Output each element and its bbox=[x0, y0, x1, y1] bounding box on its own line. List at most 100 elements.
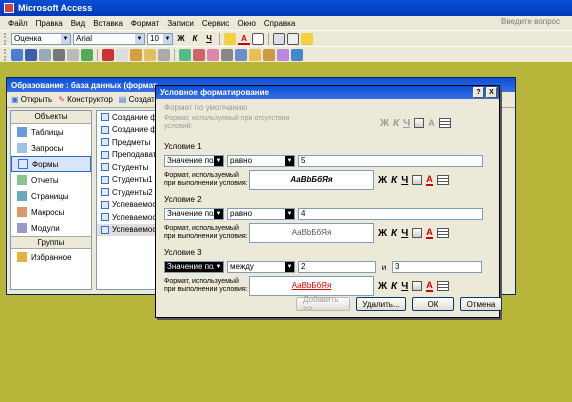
autoformat-icon[interactable] bbox=[207, 48, 219, 61]
groups-header[interactable]: Группы bbox=[11, 236, 91, 249]
fill-color-icon[interactable] bbox=[412, 228, 423, 238]
object-modules[interactable]: Модули bbox=[11, 220, 91, 236]
toolbar-grip[interactable] bbox=[4, 32, 7, 45]
form-icon bbox=[101, 138, 109, 147]
new-object-icon[interactable] bbox=[277, 48, 289, 61]
condition-1-field-select[interactable]: Значение поля ▼ bbox=[164, 155, 224, 167]
undo-icon[interactable] bbox=[158, 48, 170, 61]
font-color-button[interactable]: A bbox=[426, 280, 433, 292]
enable-icon[interactable] bbox=[436, 228, 449, 238]
font-color-button[interactable]: A bbox=[428, 118, 435, 128]
object-pages[interactable]: Страницы bbox=[11, 188, 91, 204]
open-button[interactable]: ▣ Открыть bbox=[11, 95, 52, 104]
ok-button[interactable]: ОК bbox=[412, 297, 454, 311]
bold-button[interactable]: Ж bbox=[378, 281, 387, 292]
spelling-icon[interactable] bbox=[81, 48, 93, 61]
create-button[interactable]: ▤ Создать bbox=[119, 95, 159, 104]
help-question-box[interactable]: Введите вопрос bbox=[501, 17, 560, 26]
fill-color-icon[interactable] bbox=[412, 281, 423, 291]
italic-button[interactable]: К bbox=[391, 175, 397, 186]
fill-color-icon[interactable] bbox=[414, 118, 425, 128]
wizard-icon bbox=[101, 125, 109, 134]
menu-file[interactable]: Файл bbox=[4, 19, 32, 28]
view-icon[interactable] bbox=[11, 48, 23, 61]
enable-icon[interactable] bbox=[438, 118, 451, 128]
underline-button[interactable]: Ч bbox=[203, 33, 215, 45]
condition-1-value-input[interactable]: 5 bbox=[298, 155, 483, 167]
add-condition-button[interactable]: Добавить >> bbox=[296, 295, 350, 313]
font-color-button[interactable]: A bbox=[426, 174, 433, 186]
size-combo[interactable]: 10 ▼ bbox=[147, 32, 173, 45]
condition-3-field-select[interactable]: Значение поля ▼ bbox=[164, 261, 224, 273]
line-width-icon[interactable] bbox=[287, 32, 299, 45]
italic-button[interactable]: К bbox=[189, 33, 201, 45]
paste-icon[interactable] bbox=[130, 48, 142, 61]
object-combo[interactable]: Оценка ▼ bbox=[11, 32, 71, 45]
designer-button[interactable]: ✎ Конструктор bbox=[58, 95, 113, 104]
toolbox-icon[interactable] bbox=[193, 48, 205, 61]
help-icon[interactable] bbox=[291, 48, 303, 61]
cut-icon[interactable] bbox=[102, 48, 114, 61]
object-queries[interactable]: Запросы bbox=[11, 140, 91, 156]
preview-icon[interactable] bbox=[67, 48, 79, 61]
search-icon[interactable] bbox=[39, 48, 51, 61]
copy-icon[interactable] bbox=[116, 48, 128, 61]
group-favorites[interactable]: Избранное bbox=[11, 249, 91, 265]
menu-insert[interactable]: Вставка bbox=[89, 19, 127, 28]
cancel-button[interactable]: Отмена bbox=[460, 297, 502, 311]
line-color-icon[interactable] bbox=[252, 32, 264, 45]
menu-help[interactable]: Справка bbox=[260, 19, 299, 28]
underline-button[interactable]: Ч bbox=[401, 281, 408, 292]
save-icon[interactable] bbox=[25, 48, 37, 61]
menu-format[interactable]: Формат bbox=[127, 19, 163, 28]
builder-icon[interactable] bbox=[249, 48, 261, 61]
code-icon[interactable] bbox=[221, 48, 233, 61]
bold-button[interactable]: Ж bbox=[378, 228, 387, 239]
condition-3-value2-input[interactable]: 3 bbox=[392, 261, 482, 273]
object-reports[interactable]: Отчеты bbox=[11, 172, 91, 188]
toolbar-options-icon[interactable] bbox=[301, 32, 313, 45]
properties-icon[interactable] bbox=[235, 48, 247, 61]
close-button[interactable]: X bbox=[486, 87, 497, 98]
condition-1-operator-select[interactable]: равно ▼ bbox=[227, 155, 295, 167]
database-window-icon[interactable] bbox=[263, 48, 275, 61]
object-macros[interactable]: Макросы bbox=[11, 204, 91, 220]
menu-window[interactable]: Окно bbox=[233, 19, 260, 28]
underline-button[interactable]: Ч bbox=[403, 118, 410, 129]
font-color-button[interactable]: A bbox=[238, 33, 250, 45]
underline-button[interactable]: Ч bbox=[401, 175, 408, 186]
italic-button[interactable]: К bbox=[393, 118, 399, 129]
bold-button[interactable]: Ж bbox=[175, 33, 187, 45]
object-tables[interactable]: Таблицы bbox=[11, 124, 91, 140]
menu-tools[interactable]: Сервис bbox=[198, 19, 233, 28]
help-button[interactable]: ? bbox=[473, 87, 484, 98]
fill-color-icon[interactable] bbox=[224, 32, 236, 45]
condition-2-field-select[interactable]: Значение поля ▼ bbox=[164, 208, 224, 220]
delete-condition-button[interactable]: Удалить... bbox=[356, 297, 406, 311]
object-forms[interactable]: Формы bbox=[11, 156, 91, 172]
font-color-button[interactable]: A bbox=[426, 227, 433, 239]
menu-edit[interactable]: Правка bbox=[32, 19, 67, 28]
italic-button[interactable]: К bbox=[391, 228, 397, 239]
toolbar-grip[interactable] bbox=[4, 48, 7, 61]
menu-records[interactable]: Записи bbox=[163, 19, 198, 28]
fill-color-icon[interactable] bbox=[412, 175, 423, 185]
condition-3-value1-input[interactable]: 2 bbox=[298, 261, 376, 273]
format-painter-icon[interactable] bbox=[144, 48, 156, 61]
condition-3-operator-select[interactable]: между ▼ bbox=[227, 261, 295, 273]
enable-icon[interactable] bbox=[436, 281, 449, 291]
underline-button[interactable]: Ч bbox=[401, 228, 408, 239]
bold-button[interactable]: Ж bbox=[380, 118, 389, 129]
condition-2-value-input[interactable]: 4 bbox=[298, 208, 483, 220]
border-icon[interactable] bbox=[273, 32, 285, 45]
enable-icon[interactable] bbox=[436, 175, 449, 185]
menu-view[interactable]: Вид bbox=[67, 19, 89, 28]
condition-2-operator-select[interactable]: равно ▼ bbox=[227, 208, 295, 220]
bold-button[interactable]: Ж bbox=[378, 175, 387, 186]
italic-button[interactable]: К bbox=[391, 281, 397, 292]
field-list-icon[interactable] bbox=[179, 48, 191, 61]
print-icon[interactable] bbox=[53, 48, 65, 61]
font-combo[interactable]: Arial ▼ bbox=[73, 32, 145, 45]
chevron-down-icon: ▼ bbox=[285, 156, 294, 166]
objects-header[interactable]: Объекты bbox=[11, 111, 91, 124]
